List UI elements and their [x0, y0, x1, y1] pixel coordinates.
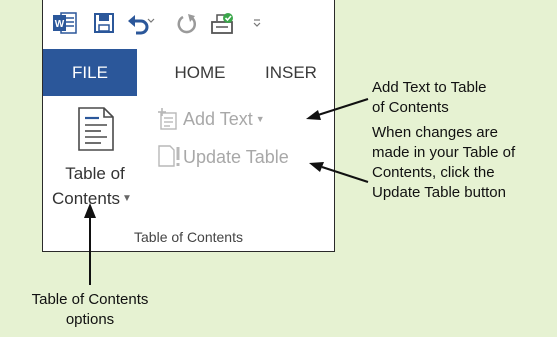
arrow-add-text-head [306, 110, 321, 120]
arrow-update-table [321, 166, 369, 183]
arrow-add-text [317, 98, 369, 116]
callout-arrows [84, 98, 369, 285]
arrow-options-head [84, 203, 96, 218]
arrow-update-table-head [309, 162, 324, 172]
